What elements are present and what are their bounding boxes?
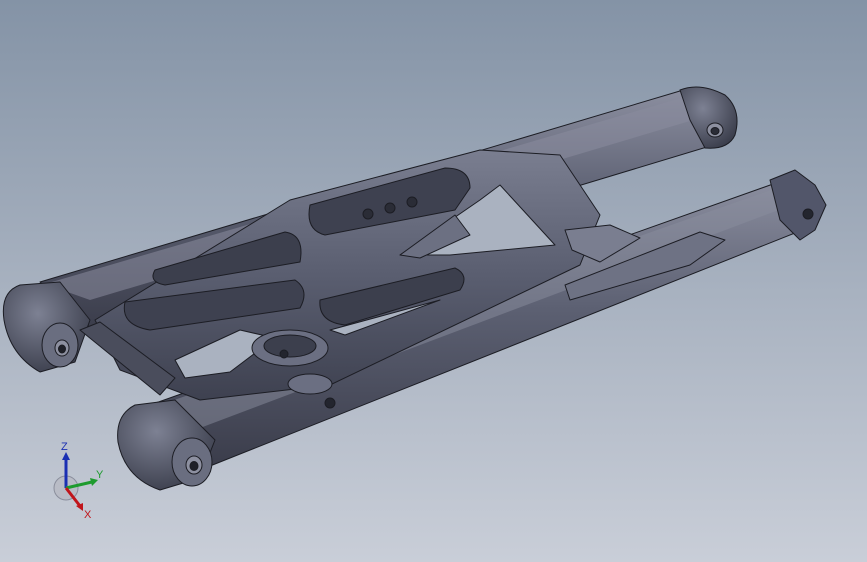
front-left-pivot-hole bbox=[189, 461, 199, 471]
triad-z-label: Z bbox=[61, 441, 68, 453]
model-view[interactable] bbox=[0, 0, 867, 562]
front-right-hole bbox=[802, 208, 814, 220]
triad-z-arrow bbox=[62, 452, 70, 460]
shock-boss-recess bbox=[263, 334, 317, 358]
reference-triad: Z Y X bbox=[53, 441, 104, 521]
slot-hole-1 bbox=[362, 208, 374, 220]
shock-boss-hole bbox=[279, 349, 289, 359]
slot-hole-2 bbox=[384, 202, 396, 214]
front-arm-hole bbox=[324, 397, 336, 409]
rear-left-pivot-hole bbox=[58, 344, 66, 354]
front-boss bbox=[287, 373, 333, 395]
triad-x-label: X bbox=[84, 509, 92, 521]
rear-right-eye-hole bbox=[710, 127, 720, 135]
slot-hole-3 bbox=[406, 196, 418, 208]
triad-y-label: Y bbox=[96, 469, 104, 481]
graphics-viewport[interactable]: Z Y X bbox=[0, 0, 867, 562]
